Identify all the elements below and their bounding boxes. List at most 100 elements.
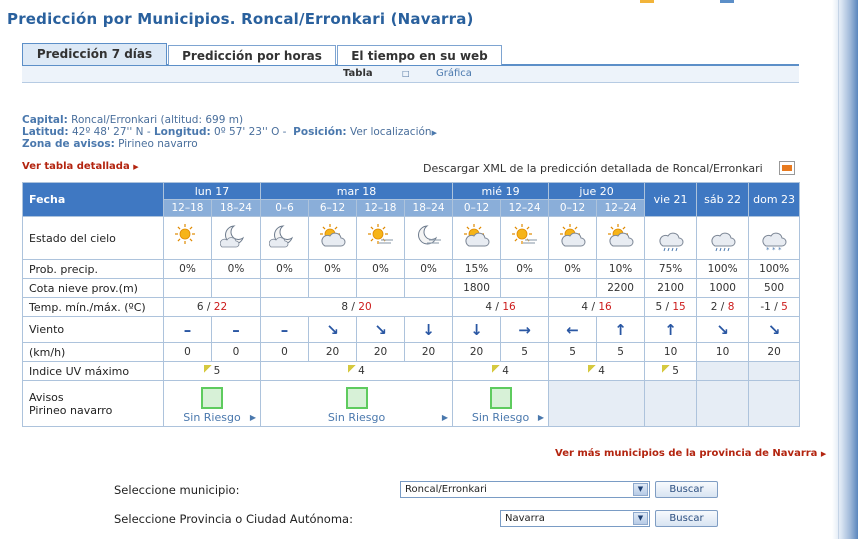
view-switch: Tabla □ Gráfica [22,66,799,83]
day-header: vie 21 [644,182,698,217]
sky-cell [260,216,309,260]
temp-min: 4 [581,301,589,313]
sky-cell [356,216,405,260]
row-label-snow: Cota nieve prov.(m) [22,278,164,298]
capital-value: Roncal/Erronkari (altitud: 699 m) [71,114,244,126]
aviso-empty-cell [548,380,646,427]
snow-cell: 500 [748,278,801,298]
aviso-cell[interactable]: Sin Riesgo ▶ [259,380,454,427]
xml-download-link[interactable]: Descargar XML de la predicción detallada… [423,162,763,175]
row-label-sky: Estado del cielo [22,216,164,260]
temp-max: 15 [672,301,686,313]
posicion-label: Posición: [293,126,347,138]
snow-cell [500,278,550,298]
uv-value: 5 [213,365,221,377]
svg-text:*: * [766,246,770,254]
arrow-right-icon: ▶ [820,450,827,458]
sun-cloud-icon [454,222,500,254]
wind-arrow-icon: → [518,320,531,339]
ver-mas-municipios-text: Ver más municipios de la provincia de Na… [555,448,818,459]
chevron-down-icon[interactable]: ▼ [633,512,648,525]
view-grafica-link[interactable]: Gráfica [436,68,472,79]
day-header: sáb 22 [696,182,750,217]
buscar-municipio-button[interactable]: Buscar [655,481,718,498]
temp-max: 8 [727,301,735,313]
wind-speed-cell: 20 [748,342,801,362]
sky-cell [308,216,357,260]
snow-icon: * * * [750,222,799,254]
aviso-empty-cell [748,380,801,427]
uv-cell [696,361,750,381]
row-label-wind: Viento [22,316,164,343]
uv-value: 4 [358,365,365,377]
buscar-provincia-button[interactable]: Buscar [655,510,718,527]
tab-prediccion-por-horas[interactable]: Predicción por horas [168,45,336,65]
temp-cell: 2 / 8 [696,297,750,317]
aviso-cell[interactable]: Sin Riesgo ▶ [452,380,550,427]
period-header: 18–24 [403,199,454,217]
day-header: dom 23 [748,182,801,217]
fecha-header: Fecha [22,182,164,217]
chevron-down-icon[interactable]: ▼ [633,483,648,496]
uv-cell: 4 [452,361,550,381]
wind-dir-cell: ↑ [644,316,698,343]
snow-cell [260,278,309,298]
moon-cloud-icon [213,222,260,254]
tab-prediccion-7-dias[interactable]: Predicción 7 días [22,43,167,65]
snow-cell: 1000 [696,278,750,298]
xml-icon[interactable] [779,161,795,175]
risk-level-icon [345,386,368,409]
provincia-label: Seleccione Provincia o Ciudad Autónoma: [114,512,353,526]
uv-flag-icon [492,365,501,373]
sun-cloud-icon [310,222,356,254]
wind-dir-cell: ↓ [403,316,454,343]
snow-cell [403,278,454,298]
temp-max: 16 [502,301,516,313]
sky-cell: * * * [748,216,801,260]
wind-dir-cell: ↘ [308,316,357,343]
arrow-right-icon: ▶ [537,413,545,422]
tab-el-tiempo-en-su-web[interactable]: El tiempo en su web [337,45,502,65]
uv-flag-icon [662,365,671,373]
window-edge [832,0,858,539]
sky-cell [696,216,750,260]
precip-cell: 0% [548,259,598,279]
ver-tabla-detallada-text: Ver tabla detallada [22,161,130,172]
uv-value: 5 [672,365,679,377]
precip-cell: 0% [211,259,261,279]
ver-mas-municipios-link[interactable]: Ver más municipios de la provincia de Na… [555,448,826,459]
period-header: 12–18 [356,199,405,217]
capital-info: Capital: Roncal/Erronkari (altitud: 699 … [22,114,243,126]
rain-icon [646,222,696,254]
uv-value: 4 [598,365,605,377]
day-header: jue 20 [548,182,646,200]
wind-arrow-icon: ↘ [326,320,339,339]
view-tabla-link[interactable]: Tabla [343,68,373,79]
temp-min: 5 [655,301,663,313]
municipio-select[interactable]: Roncal/Erronkari ▼ [400,481,650,498]
row-label-uv: Indice UV máximo [22,361,164,381]
row-label-avisos: Avisos Pirineo navarro [22,380,164,427]
forecast-table: Fecha lun 17 mar 18 mié 19 jue 20 vie 21… [22,182,801,427]
temp-cell: 5 / 15 [644,297,698,317]
precip-cell: 0% [163,259,212,279]
wind-arrow-icon: ↓ [470,320,483,339]
aviso-cell[interactable]: Sin Riesgo ▶ [163,380,261,427]
provincia-select[interactable]: Navarra ▼ [500,510,650,527]
temp-min: 4 [485,301,493,313]
sky-cell [452,216,502,260]
sun-haze-icon [358,222,404,254]
longitud-value: 0º 57' 23'' O - [214,126,287,138]
uv-flag-icon [348,365,357,373]
temp-min: 8 [341,301,349,313]
provincia-select-value: Navarra [505,513,545,524]
wind-dir-cell: ↘ [356,316,405,343]
snow-cell [211,278,261,298]
precip-cell: 0% [356,259,405,279]
ver-tabla-detallada-link[interactable]: Ver tabla detallada ▶ [22,161,139,172]
ver-localizacion-link[interactable]: Ver localización [350,126,432,138]
temp-max: 20 [358,301,372,313]
svg-text:*: * [778,246,782,254]
page-title: Predicción por Municipios. Roncal/Erronk… [7,10,474,28]
moon-haze-icon [406,222,452,254]
